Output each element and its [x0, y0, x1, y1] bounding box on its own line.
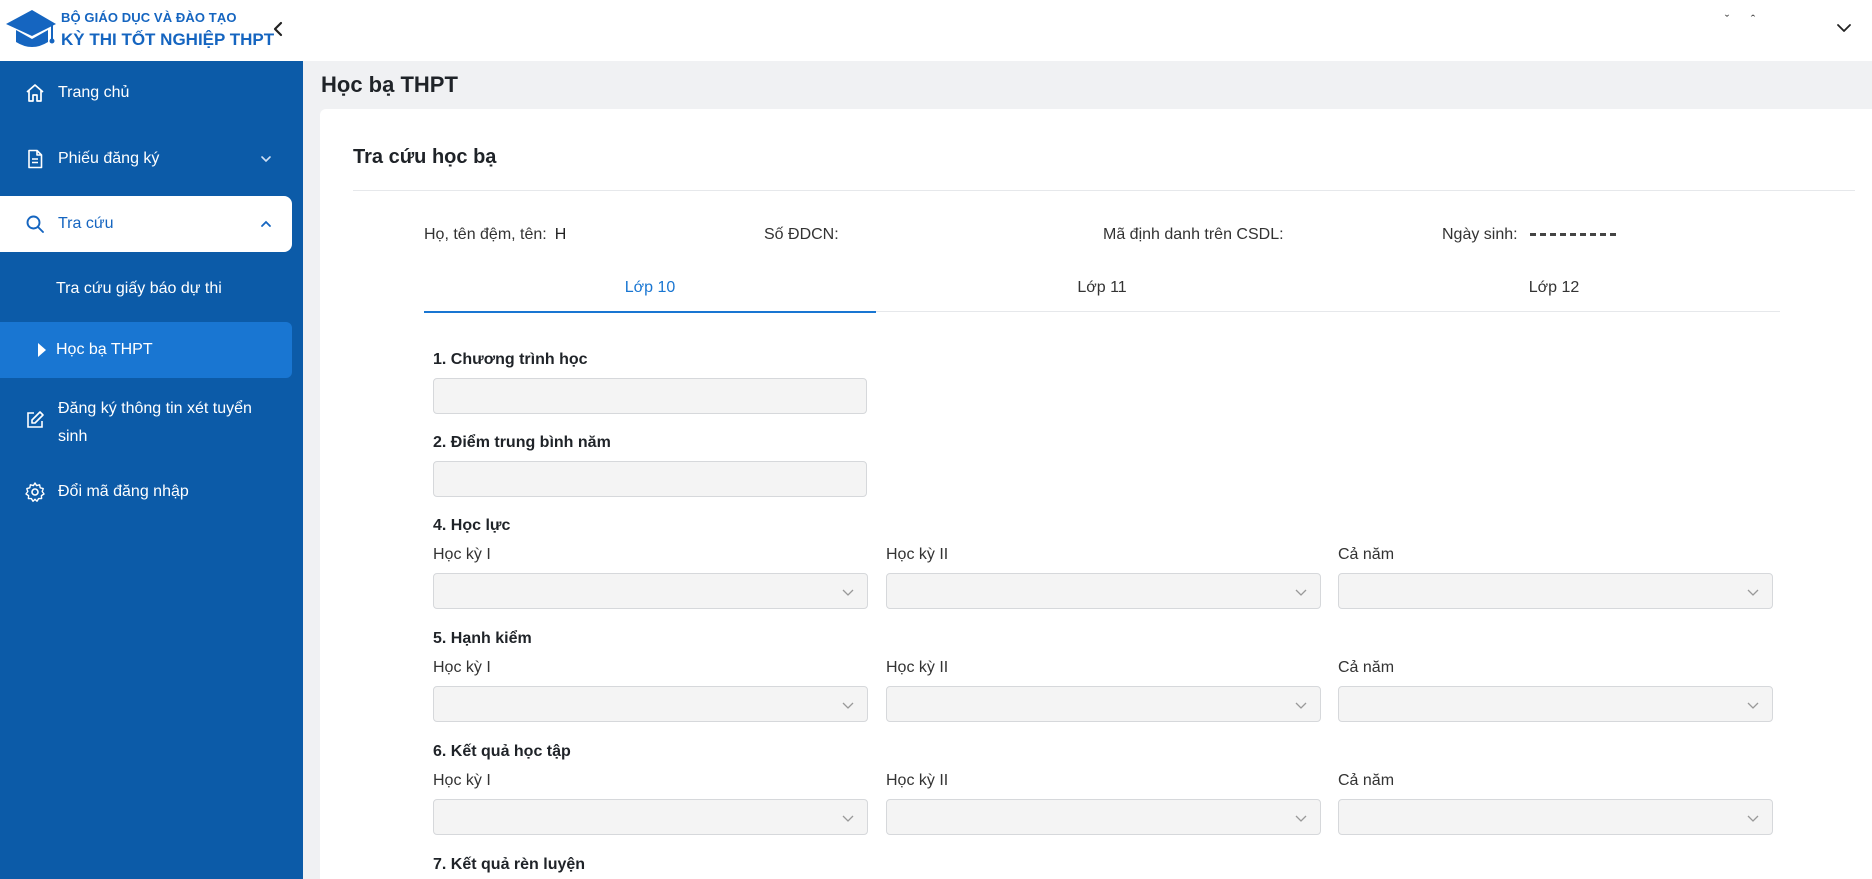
chevron-down-icon	[842, 589, 854, 596]
result-term1-label: Học kỳ I	[433, 772, 491, 789]
section-training-label: 7. Kết quả rèn luyện	[433, 856, 586, 873]
home-icon	[24, 82, 46, 104]
sidebar-item-label: Tra cứu giấy báo dự thi	[56, 280, 222, 297]
header-scroll-down-control[interactable]: ˇ	[1720, 12, 1734, 28]
sidebar-item-home[interactable]: Trang chủ	[0, 65, 292, 121]
result-term1-select[interactable]	[433, 799, 868, 835]
masked-value	[1530, 233, 1619, 237]
result-year-label: Cả năm	[1338, 772, 1395, 789]
section-program-label: 1. Chương trình học	[433, 351, 588, 368]
sidebar-item-label-line1: Đăng ký thông tin xét tuyển	[58, 400, 252, 417]
academic-year-label: Cả năm	[1338, 546, 1395, 563]
conduct-term2-select[interactable]	[886, 686, 1321, 722]
conduct-term2-label: Học kỳ II	[886, 659, 949, 676]
header-scroll-up-control[interactable]: ˆ	[1746, 12, 1760, 28]
info-db-label: Mã định danh trên CSDL:	[1103, 226, 1284, 243]
gear-icon	[24, 481, 46, 503]
edit-icon	[24, 409, 46, 431]
info-fullname-value: H	[554, 226, 567, 243]
sidebar-collapse-button[interactable]	[268, 16, 288, 42]
gpa-input[interactable]	[433, 461, 867, 497]
brand-exam-name: KỲ THI TỐT NGHIỆP THPT	[61, 30, 275, 49]
info-dob-label: Ngày sinh:	[1442, 226, 1518, 243]
chevron-left-icon	[273, 21, 283, 37]
chevron-down-icon	[1295, 589, 1307, 596]
sidebar-item-label: Học bạ THPT	[56, 341, 153, 358]
academic-term2-label: Học kỳ II	[886, 546, 949, 563]
section-conduct-label: 5. Hạnh kiểm	[433, 630, 532, 647]
sidebar-item-change-login-code[interactable]: Đổi mã đăng nhập	[0, 464, 292, 520]
info-fullname: Họ, tên đệm, tên: H	[424, 226, 566, 244]
tab-grade-11[interactable]: Lớp 11	[876, 264, 1328, 312]
card-title: Tra cứu học bạ	[353, 146, 497, 168]
program-input[interactable]	[433, 378, 867, 414]
sidebar-item-registration[interactable]: Phiếu đăng ký	[0, 131, 292, 187]
search-icon	[24, 213, 46, 235]
transcript-card: Tra cứu học bạ Họ, tên đệm, tên: H Số ĐDC…	[320, 109, 1872, 879]
sidebar-item-lookup[interactable]: Tra cứu	[0, 196, 292, 252]
academic-term1-select[interactable]	[433, 573, 868, 609]
section-academic-label: 4. Học lực	[433, 517, 511, 534]
chevron-down-icon	[842, 815, 854, 822]
chevron-down-icon	[1747, 815, 1759, 822]
sidebar-item-label: Tra cứu	[58, 215, 114, 232]
result-term2-select[interactable]	[886, 799, 1321, 835]
sidebar-item-label: Phiếu đăng ký	[58, 150, 160, 167]
conduct-year-select[interactable]	[1338, 686, 1773, 722]
section-gpa-label: 2. Điểm trung bình năm	[433, 434, 611, 451]
info-id-label: Số ĐDCN:	[764, 226, 839, 243]
section-result-label: 6. Kết quả học tập	[433, 743, 571, 760]
chevron-down-icon	[258, 151, 274, 167]
sidebar-item-label: Trang chủ	[58, 84, 130, 101]
page-title: Học bạ THPT	[321, 72, 458, 97]
chevron-down-icon	[1295, 702, 1307, 709]
tab-grade-12[interactable]: Lớp 12	[1328, 264, 1780, 312]
chevron-down-icon	[842, 702, 854, 709]
card-divider	[353, 190, 1855, 191]
sidebar-item-admission-registration[interactable]: Đăng ký thông tin xét tuyển sinh	[0, 387, 292, 453]
conduct-term1-select[interactable]	[433, 686, 868, 722]
academic-year-select[interactable]	[1338, 573, 1773, 609]
sidebar-item-label-multiline: Đăng ký thông tin xét tuyển sinh	[58, 395, 252, 451]
document-icon	[24, 148, 46, 170]
academic-term2-select[interactable]	[886, 573, 1321, 609]
sidebar-item-label: Đổi mã đăng nhập	[58, 483, 189, 500]
result-term2-label: Học kỳ II	[886, 772, 949, 789]
sidebar: Trang chủ Phiếu đăng ký Tra cứu Tra cứu …	[0, 61, 303, 879]
graduation-cap-logo	[6, 10, 56, 47]
conduct-term1-label: Học kỳ I	[433, 659, 491, 676]
academic-term1-label: Học kỳ I	[433, 546, 491, 563]
chevron-down-icon	[1747, 702, 1759, 709]
info-id-number: Số ĐDCN:	[764, 226, 839, 244]
user-menu-chevron-down-icon[interactable]	[1834, 18, 1854, 38]
brand-ministry-name: BỘ GIÁO DỤC VÀ ĐÀO TẠO	[61, 10, 237, 25]
sidebar-subitem-transcript[interactable]: Học bạ THPT	[0, 322, 292, 378]
tab-grade-10[interactable]: Lớp 10	[424, 264, 876, 313]
top-header: BỘ GIÁO DỤC VÀ ĐÀO TẠO KỲ THI TỐT NGHIỆP…	[0, 0, 1872, 61]
chevron-down-icon	[1747, 589, 1759, 596]
info-date-of-birth: Ngày sinh:	[1442, 226, 1619, 244]
sidebar-subitem-exam-notice[interactable]: Tra cứu giấy báo dự thi	[0, 261, 292, 317]
sidebar-item-label-line2: sinh	[58, 428, 88, 445]
chevron-down-icon	[1295, 815, 1307, 822]
grade-tabs: Lớp 10 Lớp 11 Lớp 12	[424, 264, 1780, 313]
result-year-select[interactable]	[1338, 799, 1773, 835]
caret-right-icon	[38, 343, 46, 357]
info-db-identifier: Mã định danh trên CSDL:	[1103, 226, 1284, 244]
chevron-up-icon	[258, 216, 274, 232]
info-fullname-label: Họ, tên đệm, tên:	[424, 226, 547, 243]
conduct-year-label: Cả năm	[1338, 659, 1395, 676]
